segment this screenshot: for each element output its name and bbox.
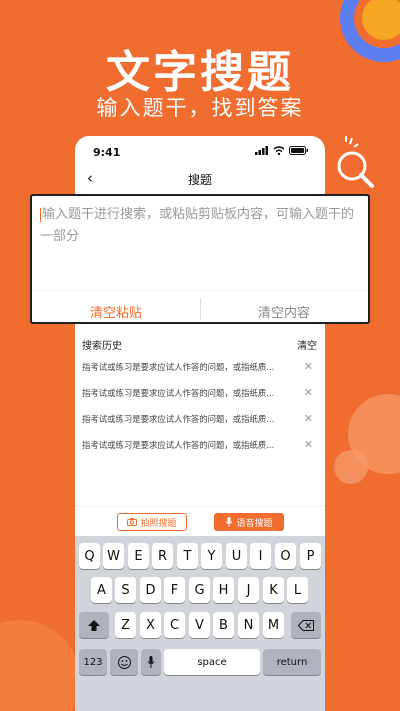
clear-content-button[interactable]: 清空内容	[200, 302, 368, 321]
promo-stage: 文字搜题 输入题干，找到答案 9:41 ‹ 搜题 搜索历史 清空 指考试或练习是…	[0, 0, 400, 711]
key-z[interactable]: Z	[115, 612, 136, 638]
text-caret	[40, 207, 41, 222]
key-w[interactable]: W	[103, 543, 124, 569]
backspace-key[interactable]	[291, 612, 321, 638]
hero-subtitle: 输入题干，找到答案	[96, 96, 304, 120]
voice-search-button[interactable]: 语音搜题	[214, 513, 284, 531]
close-icon[interactable]: ✕	[304, 412, 313, 425]
status-icons	[255, 146, 309, 155]
search-placeholder: 输入题干进行搜索，或粘贴剪贴板内容，可输入题干的一部分	[40, 207, 355, 244]
microphone-icon	[226, 517, 233, 527]
emoji-icon	[117, 655, 131, 669]
shift-icon	[88, 619, 100, 631]
keyboard: Q W E R T Y U I O P A S D F G H J K L Z …	[75, 536, 325, 711]
key-a[interactable]: A	[91, 577, 112, 603]
voice-search-label: 语音搜题	[236, 518, 273, 529]
signal-icon	[255, 146, 268, 155]
history-item-text: 指考试或练习是要求应试人作答的问题，或指纸质...	[82, 440, 275, 450]
space-key[interactable]: space	[164, 649, 260, 675]
key-j[interactable]: J	[238, 577, 259, 603]
history-clear-button[interactable]: 清空	[297, 337, 317, 352]
search-toolbar: 拍照搜题 语音搜题	[75, 506, 325, 536]
key-p[interactable]: P	[300, 543, 321, 569]
nav-bar: ‹ 搜题	[75, 166, 325, 192]
history-item-text: 指考试或练习是要求应试人作答的问题，或指纸质...	[82, 362, 275, 372]
key-x[interactable]: X	[140, 612, 161, 638]
shift-key[interactable]	[79, 612, 109, 638]
history-item-text: 指考试或练习是要求应试人作答的问题，或指纸质...	[82, 414, 275, 424]
photo-search-label: 拍照搜题	[140, 518, 177, 529]
key-t[interactable]: T	[177, 543, 198, 569]
history-item[interactable]: 指考试或练习是要求应试人作答的问题，或指纸质... ✕	[75, 380, 325, 406]
key-b[interactable]: B	[213, 612, 234, 638]
key-g[interactable]: G	[189, 577, 210, 603]
key-e[interactable]: E	[128, 543, 149, 569]
decor-bubble-bottom	[0, 620, 80, 711]
key-i[interactable]: I	[250, 543, 271, 569]
microphone-icon	[147, 656, 155, 668]
magnifier-icon	[337, 136, 374, 188]
key-o[interactable]: O	[275, 543, 296, 569]
history-item[interactable]: 指考试或练习是要求应试人作答的问题，或指纸质... ✕	[75, 406, 325, 432]
key-k[interactable]: K	[263, 577, 284, 603]
history-list: 指考试或练习是要求应试人作答的问题，或指纸质... ✕ 指考试或练习是要求应试人…	[75, 354, 325, 458]
return-key[interactable]: return	[263, 649, 321, 675]
page-title: 搜题	[187, 173, 212, 187]
photo-search-button[interactable]: 拍照搜题	[117, 513, 187, 531]
key-m[interactable]: M	[263, 612, 284, 638]
key-f[interactable]: F	[164, 577, 185, 603]
status-time: 9:41	[93, 146, 121, 159]
key-r[interactable]: R	[152, 543, 173, 569]
history-item[interactable]: 指考试或练习是要求应试人作答的问题，或指纸质... ✕	[75, 432, 325, 458]
divider	[32, 290, 368, 291]
history-item[interactable]: 指考试或练习是要求应试人作答的问题，或指纸质... ✕	[75, 354, 325, 380]
key-d[interactable]: D	[140, 577, 161, 603]
history-item-text: 指考试或练习是要求应试人作答的问题，或指纸质...	[82, 388, 275, 398]
battery-icon	[289, 146, 308, 155]
close-icon[interactable]: ✕	[304, 438, 313, 451]
status-bar: 9:41	[75, 136, 325, 166]
key-u[interactable]: U	[226, 543, 247, 569]
key-n[interactable]: N	[238, 612, 259, 638]
key-y[interactable]: Y	[201, 543, 222, 569]
key-c[interactable]: C	[164, 612, 185, 638]
dictation-key[interactable]	[141, 649, 161, 675]
search-input-card: 输入题干进行搜索，或粘贴剪贴板内容，可输入题干的一部分 清空粘贴 清空内容	[30, 194, 370, 324]
key-s[interactable]: S	[115, 577, 136, 603]
paste-button[interactable]: 清空粘贴	[32, 302, 200, 321]
numbers-key[interactable]: 123	[79, 649, 107, 675]
emoji-key[interactable]	[110, 649, 138, 675]
close-icon[interactable]: ✕	[304, 386, 313, 399]
backspace-icon	[298, 619, 314, 631]
decor-bubble-small	[334, 450, 368, 484]
key-h[interactable]: H	[213, 577, 234, 603]
camera-icon	[127, 518, 138, 526]
hero-title: 文字搜题	[106, 47, 294, 98]
wifi-icon	[273, 146, 285, 155]
key-q[interactable]: Q	[79, 543, 100, 569]
close-icon[interactable]: ✕	[304, 360, 313, 373]
key-l[interactable]: L	[287, 577, 308, 603]
search-input[interactable]: 输入题干进行搜索，或粘贴剪贴板内容，可输入题干的一部分	[40, 204, 362, 248]
key-v[interactable]: V	[189, 612, 210, 638]
history-title: 搜索历史	[82, 341, 122, 352]
